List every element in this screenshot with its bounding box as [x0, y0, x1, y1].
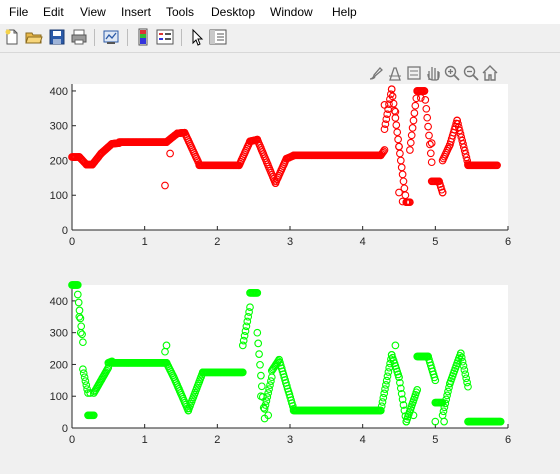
- x-tick-label: 5: [432, 236, 438, 248]
- y-tick-label: 400: [50, 296, 68, 308]
- x-tick-label: 3: [287, 236, 293, 248]
- x-tick-label: 6: [505, 434, 511, 446]
- x-tick-label: 1: [142, 434, 148, 446]
- y-tick-label: 300: [50, 121, 68, 133]
- x-tick-label: 1: [142, 236, 148, 248]
- figure-axes-area: 0 1 2 3 4 5 6 0 100 200 300 400 0 1 2 3 4 5 6 0 100 200 300 400: [50, 84, 511, 446]
- y-tick-label: 100: [50, 391, 68, 403]
- x-tick-label: 2: [214, 434, 220, 446]
- x-tick-label: 4: [360, 434, 366, 446]
- y-tick-label: 100: [50, 190, 68, 202]
- x-tick-label: 2: [214, 236, 220, 248]
- y-tick-label: 300: [50, 328, 68, 340]
- y-tick-label: 200: [50, 155, 68, 167]
- y-tick-label: 200: [50, 359, 68, 371]
- x-tick-label: 0: [69, 434, 75, 446]
- x-tick-label: 5: [432, 434, 438, 446]
- x-tick-label: 6: [505, 236, 511, 248]
- y-tick-label: 0: [62, 225, 68, 237]
- x-tick-label: 3: [287, 434, 293, 446]
- x-tick-label: 4: [360, 236, 366, 248]
- x-tick-label: 0: [69, 236, 75, 248]
- y-tick-label: 0: [62, 423, 68, 435]
- y-tick-label: 400: [50, 86, 68, 98]
